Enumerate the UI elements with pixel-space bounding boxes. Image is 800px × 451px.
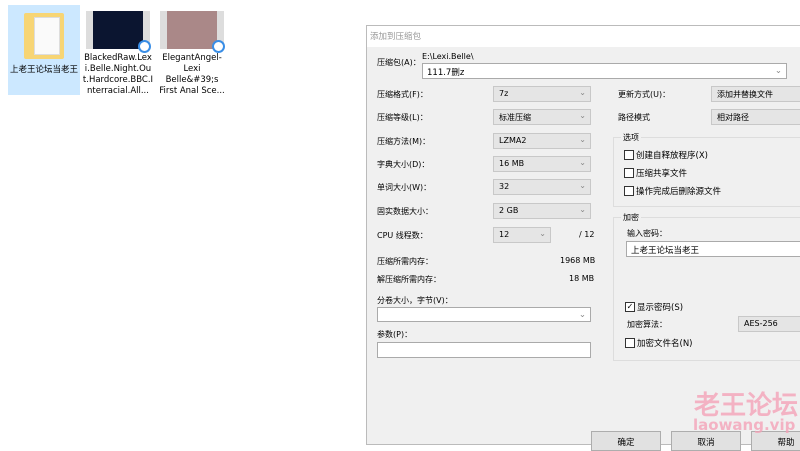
method-label: 压缩方法(M)：	[377, 137, 431, 146]
desktop-folder[interactable]: 上老王论坛当老王	[8, 5, 80, 95]
ok-button[interactable]: 确定	[591, 431, 661, 451]
chevron-down-icon: ⌄	[774, 66, 782, 76]
cpu-label: CPU 线程数：	[377, 231, 428, 240]
archive-label: 压缩包(A)：	[377, 58, 421, 67]
show-password-checkbox[interactable]: ✓ 显示密码(S)	[625, 301, 683, 313]
level-select[interactable]: 标准压缩 ⌄	[493, 109, 591, 125]
password-label: 输入密码：	[627, 229, 667, 238]
encryption-method-label: 加密算法：	[627, 320, 667, 329]
encrypt-names-checkbox[interactable]: 加密文件名(N)	[625, 337, 693, 349]
file-label: BlackedRaw.Lexi.Belle.Night.Out.Hardcore…	[82, 53, 154, 96]
dictionary-label: 字典大小(D)：	[377, 160, 430, 169]
encryption-title: 加密	[621, 212, 641, 223]
folder-icon	[24, 13, 64, 59]
desktop-video-file[interactable]: BlackedRaw.Lexi.Belle.Night.Out.Hardcore…	[82, 5, 154, 97]
update-select[interactable]: 添加并替换文件	[711, 86, 800, 102]
params-label: 参数(P)：	[377, 330, 413, 339]
password-input[interactable]: 上老王论坛当老王	[626, 241, 800, 257]
path-mode-select[interactable]: 相对路径	[711, 109, 800, 125]
desktop-video-file[interactable]: ElegantAngel-Lexi Belle&#39;s First Anal…	[156, 5, 228, 97]
dialog-title: 添加到压缩包	[367, 26, 800, 47]
word-size-label: 单词大小(W)：	[377, 183, 432, 192]
sfx-checkbox[interactable]: 创建自释放程序(X)	[624, 149, 708, 161]
cancel-button[interactable]: 取消	[671, 431, 741, 451]
folder-label: 上老王论坛当老王	[9, 65, 78, 75]
cpu-select[interactable]: 12 ⌄	[493, 227, 551, 243]
mem-compress-value: 1968 MB	[560, 256, 596, 265]
delete-after-checkbox[interactable]: 操作完成后删除源文件	[624, 185, 721, 197]
split-label: 分卷大小，字节(V)：	[377, 296, 453, 305]
split-combobox[interactable]: ⌄	[377, 307, 591, 322]
level-label: 压缩等级(L)：	[377, 113, 428, 122]
video-thumbnail-icon	[160, 11, 225, 53]
shared-files-checkbox[interactable]: 压缩共享文件	[624, 167, 687, 179]
mem-decompress-value: 18 MB	[569, 274, 595, 283]
method-select[interactable]: LZMA2 ⌄	[493, 133, 591, 149]
mem-compress-label: 压缩所需内存：	[377, 257, 433, 266]
check-icon: ✓	[625, 302, 635, 312]
dictionary-select[interactable]: 16 MB ⌄	[493, 156, 591, 172]
add-to-archive-dialog: 添加到压缩包 压缩包(A)： E:\Lexi.Belle\ 111.7删z ⌄ 压…	[366, 25, 800, 451]
path-mode-label: 路径模式	[618, 113, 650, 122]
video-thumbnail-icon	[86, 11, 151, 53]
options-title: 选项	[621, 132, 641, 143]
format-label: 压缩格式(F)：	[377, 90, 428, 99]
format-select[interactable]: 7z ⌄	[493, 86, 591, 102]
solid-size-label: 固实数据大小：	[377, 207, 433, 216]
help-button[interactable]: 帮助	[751, 431, 800, 451]
file-label: ElegantAngel-Lexi Belle&#39;s First Anal…	[159, 53, 225, 96]
solid-size-select[interactable]: 2 GB ⌄	[493, 203, 591, 219]
watermark-url: laowang.vip	[693, 416, 796, 434]
cpu-max: / 12	[579, 230, 595, 239]
mem-decompress-label: 解压缩所需内存：	[377, 275, 441, 284]
encryption-method-select[interactable]: AES-256	[738, 316, 800, 332]
update-label: 更新方式(U)：	[618, 90, 671, 99]
archive-name-combobox[interactable]: 111.7删z ⌄	[422, 63, 787, 79]
archive-path: E:\Lexi.Belle\	[422, 52, 474, 61]
word-size-select[interactable]: 32 ⌄	[493, 179, 591, 195]
params-input[interactable]	[377, 342, 591, 358]
